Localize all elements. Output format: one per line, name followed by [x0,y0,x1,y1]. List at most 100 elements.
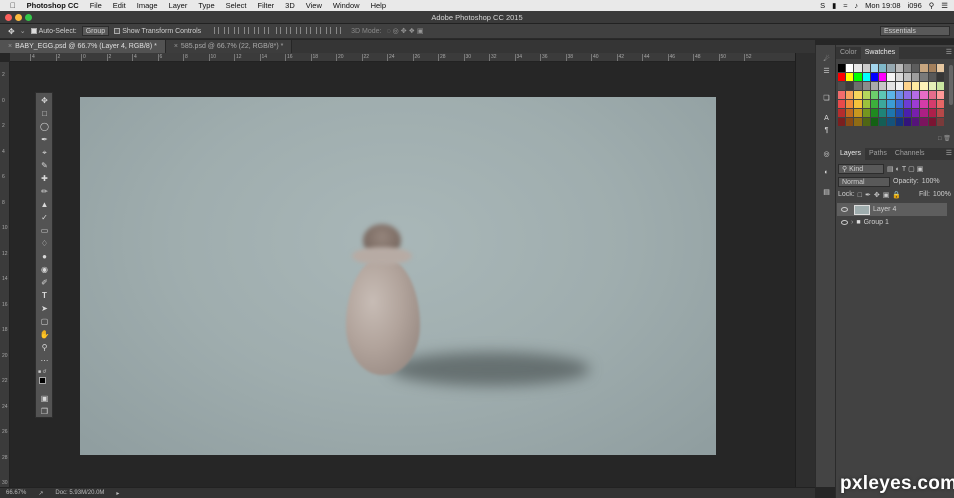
swatch[interactable] [879,82,887,90]
swatch[interactable] [838,82,846,90]
swatch[interactable] [920,82,928,90]
swatch[interactable] [895,91,903,99]
adjustments-panel-icon[interactable]: ◐ [821,167,832,178]
swatch[interactable] [928,100,936,108]
screen-mode-icon[interactable]: ❐ [39,406,50,417]
swatch[interactable] [887,73,895,81]
libraries-panel-icon[interactable]: ◎ [821,148,832,159]
paragraph-panel-icon[interactable]: ¶ [821,125,832,136]
panel-menu-icon[interactable]: ☰ [946,48,952,56]
paint-bucket-tool-icon[interactable]: ♢ [39,238,50,249]
default-colors-icon[interactable]: ■ ↺ [38,369,52,375]
character-a-icon[interactable]: A [821,113,832,124]
marquee-tool-icon[interactable]: □ [39,108,50,119]
align-left-icon[interactable] [244,26,250,34]
swatch[interactable] [838,73,846,81]
volume-icon[interactable]: ♪ [854,1,858,10]
swatch[interactable] [870,100,879,108]
swatch[interactable] [928,118,936,126]
styles-panel-icon[interactable]: ▤ [821,186,832,197]
swatch[interactable] [903,118,912,126]
zoom-tool-icon[interactable]: ⚲ [39,342,50,353]
more-tools-icon[interactable]: ⋯ [39,355,50,366]
align-bottom-icon[interactable] [234,26,240,34]
swatch[interactable] [895,109,903,117]
swatch[interactable] [870,109,879,117]
menu-layer[interactable]: Layer [169,1,188,10]
swatch[interactable] [870,64,879,72]
swatch[interactable] [854,73,862,81]
swatch[interactable] [936,100,944,108]
align-right-icon[interactable] [264,26,270,34]
swatch[interactable] [887,100,895,108]
eraser-tool-icon[interactable]: ▭ [39,225,50,236]
type-tool-icon[interactable]: T [39,290,50,301]
swatch[interactable] [895,82,903,90]
show-transform-checkbox[interactable]: Show Transform Controls [114,28,201,35]
swatch[interactable] [846,109,854,117]
swatch[interactable] [879,109,887,117]
swatches-grid[interactable] [838,64,944,130]
tab-close-icon[interactable]: × [174,43,178,50]
lock-icons[interactable]: □✒✥▣🔒 [858,191,904,199]
swatch[interactable] [912,118,920,126]
align-vcenter-icon[interactable] [224,26,230,34]
tab-swatches[interactable]: Swatches [860,47,900,59]
tab-color[interactable]: Color [836,47,861,59]
visibility-eye-icon[interactable] [841,207,848,212]
tab-baby-egg[interactable]: × BABY_EGG.psd @ 66.7% (Layer 4, RGB/8) * [0,40,166,53]
swatch[interactable] [846,73,854,81]
distribute-vcenter-icon[interactable] [286,26,292,34]
layer-filter-icons[interactable]: ▤◐T▢▣ [887,165,925,173]
crop-tool-icon[interactable]: ⌖ [39,147,50,158]
tab-close-icon[interactable]: × [8,43,12,50]
move-tool-icon[interactable]: ✥ [8,27,15,36]
swatch[interactable] [887,118,895,126]
swatch[interactable] [936,91,944,99]
menu-app-name[interactable]: Photoshop CC [27,1,79,10]
layer-row-layer-4[interactable]: Layer 4 [837,203,947,216]
swatches-scrollbar[interactable] [949,65,953,105]
history-panel-icon[interactable]: ☄ [821,53,832,64]
rectangle-tool-icon[interactable]: ▢ [39,316,50,327]
menu-filter[interactable]: Filter [257,1,274,10]
distribute-bottom-icon[interactable] [296,26,302,34]
3d-mode-icons[interactable]: ◌◎✥❖▣ [386,27,425,35]
status-menu-arrow-icon[interactable]: ▸ [116,490,119,497]
swatch[interactable] [903,91,912,99]
swatch[interactable] [895,73,903,81]
swatch[interactable] [854,82,862,90]
user-name[interactable]: i096 [908,1,922,10]
canvas-vertical-scrollbar[interactable] [795,53,815,487]
swatch[interactable] [903,64,912,72]
tab-585[interactable]: × 585.psd @ 66.7% (22, RGB/8*) * [165,40,293,53]
pen-tool-icon[interactable]: ✐ [39,277,50,288]
swatch[interactable] [920,100,928,108]
fill-value[interactable]: 100% [933,191,951,198]
zoom-level[interactable]: 66.67% [6,490,26,496]
swatch[interactable] [936,82,944,90]
swatch[interactable] [903,73,912,81]
swatch[interactable] [920,73,928,81]
swatch[interactable] [920,91,928,99]
swatch[interactable] [912,64,920,72]
tab-layers[interactable]: Layers [836,148,866,160]
swatch[interactable] [920,109,928,117]
swatch[interactable] [928,109,936,117]
swatch-new-icon[interactable]: □ 🗑 [938,135,951,142]
move-tool-icon[interactable]: ✥ [39,95,50,106]
document-size[interactable]: Doc: 5.93M/20.0M [55,490,104,496]
swatch[interactable] [870,91,879,99]
blur-tool-icon[interactable]: ● [39,251,50,262]
swatch[interactable] [838,64,846,72]
align-top-icon[interactable] [214,26,220,34]
swatch[interactable] [838,118,846,126]
eyedropper-tool-icon[interactable]: ✎ [39,160,50,171]
swatch[interactable] [846,64,854,72]
status-export-icon[interactable]: ↗ [38,490,43,497]
swatch[interactable] [903,100,912,108]
swatch[interactable] [936,73,944,81]
menu-select[interactable]: Select [226,1,247,10]
wifi-icon[interactable]: ≈ [843,1,847,10]
clone-stamp-tool-icon[interactable]: ▲ [39,199,50,210]
